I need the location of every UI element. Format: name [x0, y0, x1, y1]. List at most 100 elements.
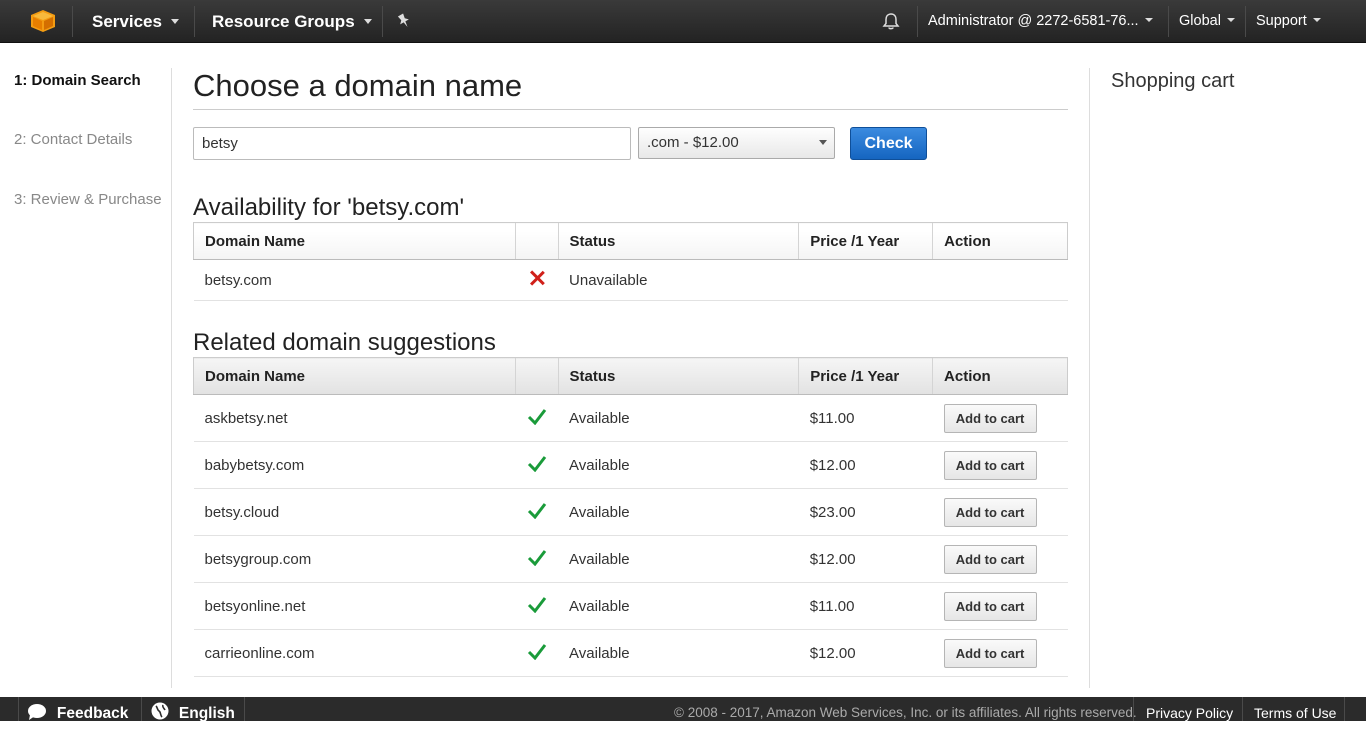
column-header-icon	[514, 222, 559, 260]
language-label: English	[178, 705, 235, 722]
table-row: carrieonline.com Available $12.00 Add to…	[193, 629, 1068, 677]
add-to-cart-button[interactable]: Add to cart	[943, 638, 1037, 668]
price-cell: $23.00	[798, 488, 933, 536]
feedback-label: Feedback	[56, 705, 129, 722]
add-to-cart-button[interactable]: Add to cart	[943, 544, 1037, 574]
status-cell: Available	[558, 488, 799, 536]
tld-select[interactable]: .com - $12.00	[638, 127, 835, 159]
domain-cell: betsygroup.com	[193, 535, 516, 583]
footer-separator	[141, 697, 142, 721]
footer-bar: Feedback English © 2008 - 2017, Amazon W…	[0, 697, 1366, 722]
availability-title: Availability for 'betsy.com'	[193, 194, 465, 221]
support-menu[interactable]: Support	[1256, 0, 1321, 43]
status-cell: Available	[558, 535, 799, 583]
divider	[171, 68, 172, 688]
support-label: Support	[1256, 13, 1307, 29]
nav-separator	[194, 6, 195, 37]
available-check-icon	[527, 409, 546, 425]
step-review-purchase[interactable]: 3: Review & Purchase	[14, 191, 162, 208]
column-header-status[interactable]: Status	[557, 357, 799, 395]
column-header-price[interactable]: Price /1 Year	[798, 357, 933, 395]
nav-separator	[1168, 6, 1169, 37]
account-menu[interactable]: Administrator @ 2272-6581-76...	[928, 0, 1153, 43]
available-check-icon	[527, 597, 546, 613]
chevron-down-icon	[819, 140, 827, 145]
bell-icon[interactable]	[882, 12, 900, 31]
status-cell: Available	[558, 582, 799, 630]
domain-cell: betsyonline.net	[193, 582, 516, 630]
status-cell: Available	[558, 441, 799, 489]
chevron-down-icon	[1226, 18, 1235, 23]
add-to-cart-button[interactable]: Add to cart	[943, 450, 1037, 480]
status-cell: Available	[558, 629, 799, 677]
table-row: betsyonline.net Available $11.00 Add to …	[193, 582, 1068, 630]
domain-cell: betsy.cloud	[193, 488, 516, 536]
availability-table: Domain Name Status Price /1 Year Action …	[193, 222, 1068, 301]
nav-separator	[917, 6, 918, 37]
chevron-down-icon	[1144, 18, 1153, 23]
nav-separator	[1245, 6, 1246, 37]
action-cell	[932, 259, 1068, 301]
domain-cell: betsy.com	[193, 259, 516, 301]
column-header-action: Action	[932, 357, 1068, 395]
price-cell: $12.00	[798, 629, 933, 677]
aws-logo-icon[interactable]	[31, 10, 55, 32]
available-check-icon	[527, 644, 546, 660]
status-cell: Available	[558, 394, 799, 442]
globe-icon	[151, 702, 169, 720]
top-navigation-bar: Services Resource Groups Administrator @…	[0, 0, 1366, 43]
domain-search-input[interactable]	[193, 127, 631, 160]
domain-cell: askbetsy.net	[193, 394, 516, 442]
services-menu[interactable]: Services	[92, 0, 179, 43]
region-menu[interactable]: Global	[1179, 0, 1235, 43]
resource-groups-menu[interactable]: Resource Groups	[212, 0, 372, 43]
check-button[interactable]: Check	[850, 127, 927, 160]
resource-groups-label: Resource Groups	[212, 12, 355, 31]
table-row: askbetsy.net Available $11.00 Add to car…	[193, 394, 1068, 442]
divider	[1089, 68, 1090, 688]
footer-separator	[1344, 697, 1345, 721]
column-header-domain[interactable]: Domain Name	[193, 357, 516, 395]
divider	[193, 109, 1068, 110]
price-cell: $12.00	[798, 441, 933, 489]
suggestions-title: Related domain suggestions	[193, 329, 496, 356]
price-cell: $11.00	[798, 582, 933, 630]
footer-separator	[244, 697, 245, 721]
chevron-down-icon	[363, 19, 372, 25]
step-contact-details[interactable]: 2: Contact Details	[14, 131, 132, 148]
table-row: betsy.cloud Available $23.00 Add to cart	[193, 488, 1068, 536]
page-title: Choose a domain name	[193, 68, 523, 103]
add-to-cart-button[interactable]: Add to cart	[943, 403, 1037, 433]
pin-icon[interactable]	[397, 13, 411, 29]
nav-separator	[382, 6, 383, 37]
column-header-action: Action	[932, 222, 1068, 260]
status-cell: Unavailable	[558, 259, 799, 301]
tld-selected-value: .com - $12.00	[647, 134, 739, 151]
terms-of-use-link[interactable]: Terms of Use	[1254, 697, 1336, 721]
shopping-cart-title: Shopping cart	[1111, 70, 1235, 92]
feedback-link[interactable]: Feedback	[27, 697, 129, 722]
nav-separator	[72, 6, 73, 37]
column-header-icon	[514, 357, 559, 395]
step-domain-search[interactable]: 1: Domain Search	[14, 72, 141, 89]
account-label: Administrator @ 2272-6581-76...	[928, 13, 1139, 29]
column-header-status[interactable]: Status	[557, 222, 799, 260]
table-row: babybetsy.com Available $12.00 Add to ca…	[193, 441, 1068, 489]
price-cell: $12.00	[798, 535, 933, 583]
add-to-cart-button[interactable]: Add to cart	[943, 591, 1037, 621]
chevron-down-icon	[1312, 18, 1321, 23]
privacy-policy-link[interactable]: Privacy Policy	[1146, 697, 1233, 721]
price-cell	[798, 259, 933, 301]
services-label: Services	[92, 12, 162, 31]
suggestions-table: Domain Name Status Price /1 Year Action …	[193, 357, 1068, 677]
column-header-domain[interactable]: Domain Name	[193, 222, 516, 260]
footer-separator	[1133, 697, 1134, 721]
available-check-icon	[527, 550, 546, 566]
domain-cell: carrieonline.com	[193, 629, 516, 677]
chevron-down-icon	[170, 19, 179, 25]
column-header-price[interactable]: Price /1 Year	[798, 222, 933, 260]
region-label: Global	[1179, 13, 1221, 29]
language-selector[interactable]: English	[151, 697, 235, 722]
footer-separator	[1242, 697, 1243, 721]
add-to-cart-button[interactable]: Add to cart	[943, 497, 1037, 527]
